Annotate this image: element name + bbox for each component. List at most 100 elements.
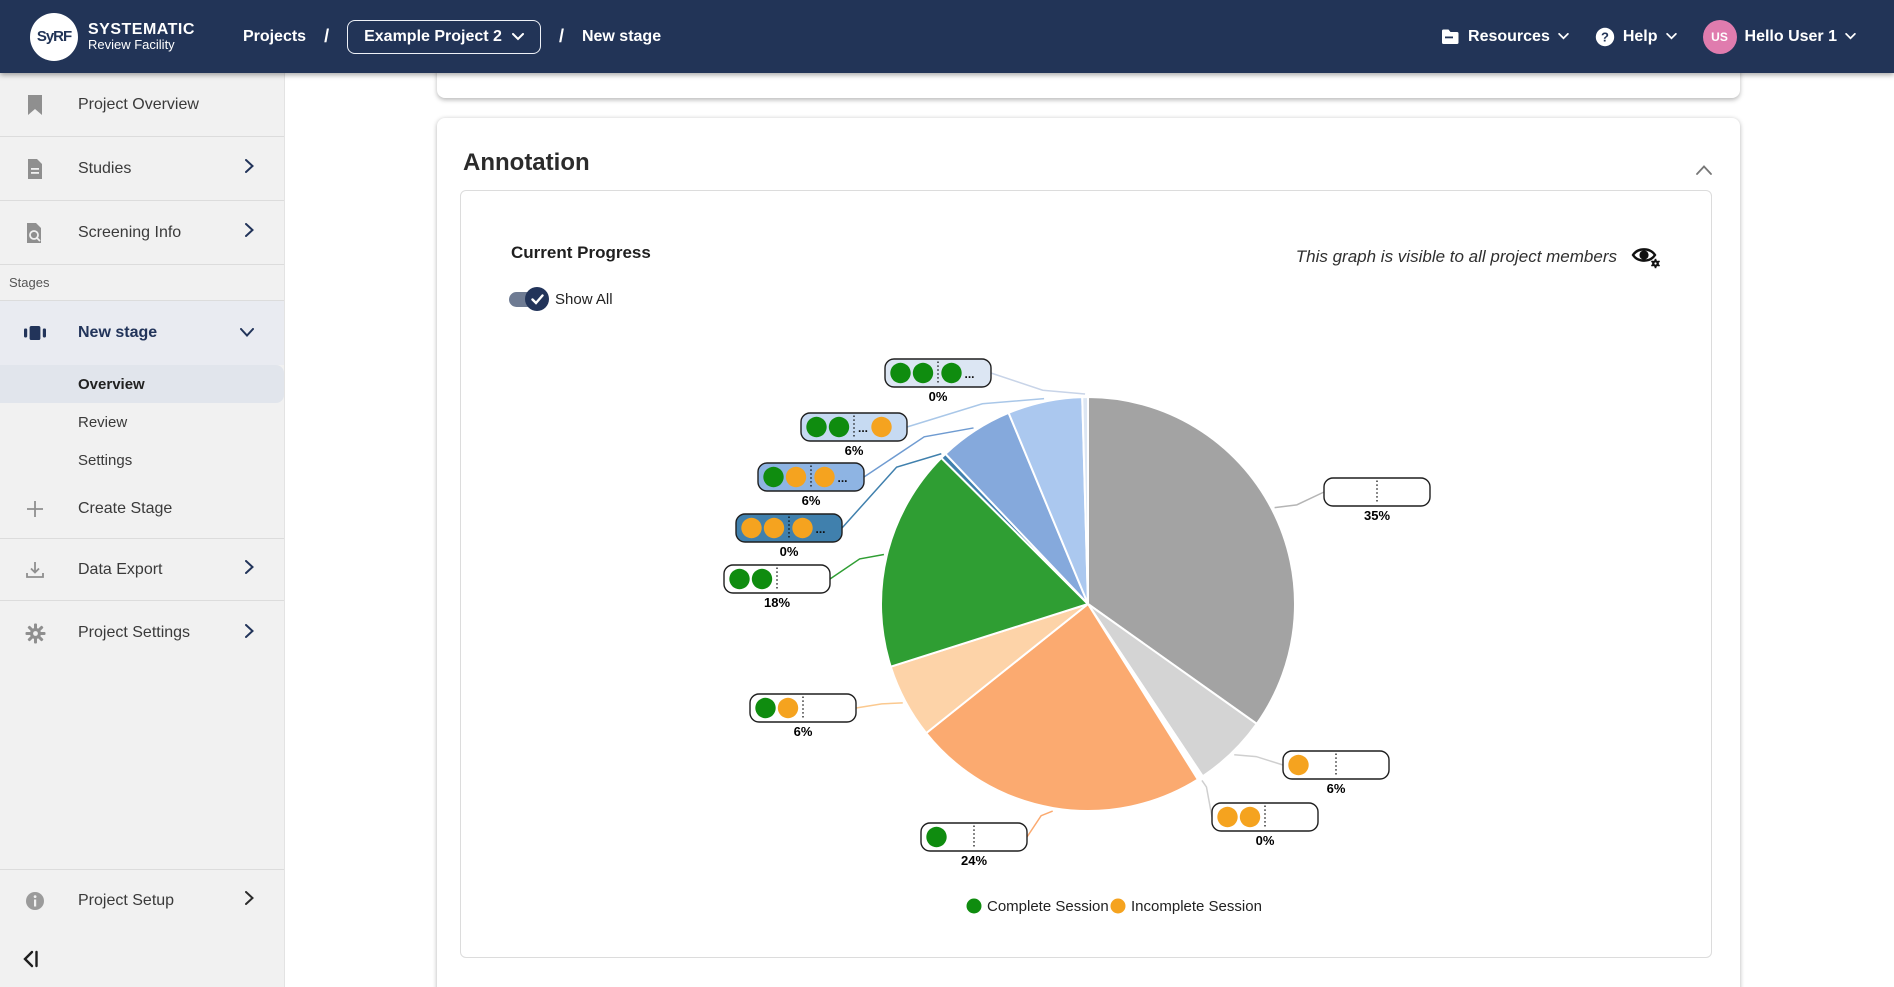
chart-title: Current Progress [511,243,651,263]
sidebar-item-project-setup[interactable]: Project Setup [0,869,284,931]
slice-percent-label: 6% [794,724,813,739]
complete-session-dot [763,467,783,487]
breadcrumb-projects[interactable]: Projects [243,28,306,46]
collapse-section-button[interactable] [1696,162,1712,180]
chevron-right-icon [245,223,254,242]
plus-icon [22,499,48,519]
incomplete-session-dot [741,518,761,538]
collapse-sidebar-icon [22,950,40,968]
incomplete-session-dot [1288,755,1308,775]
complete-session-dot [752,569,772,589]
sidebar-item-label: Project Overview [78,96,199,114]
complete-session-dot [941,363,961,383]
ellipsis-label: ... [965,367,975,381]
eye-settings-icon[interactable] [1631,244,1661,270]
user-greeting: Hello User 1 [1745,28,1837,46]
current-progress-card: 35%6%0%24%6%18%...0%...6%...6%...0%Compl… [460,190,1712,958]
small-gear-icon [1651,259,1660,268]
help-icon: ? [1595,27,1615,47]
breadcrumb: Projects / Example Project 2 / New stage [243,20,661,54]
help-label: Help [1623,28,1658,46]
sidebar-item-label: Studies [78,160,131,178]
legend-label: Incomplete Session [1131,898,1262,915]
callout-leader-line [991,373,1085,394]
complete-session-dot [890,363,910,383]
previous-card-bottom [437,73,1740,98]
slice-percent-label: 6% [1327,781,1346,796]
sidebar-collapse-button[interactable] [0,931,284,987]
sidebar-item-label: Screening Info [78,224,181,242]
breadcrumb-stage: New stage [582,28,661,46]
sidebar-item-studies[interactable]: Studies [0,137,284,201]
session-callout-box [1324,478,1430,506]
sidebar: Project Overview Studies Screening Info … [0,73,285,987]
sidebar-item-project-settings[interactable]: Project Settings [0,601,284,665]
slice-percent-label: 0% [929,389,948,404]
project-selector-label: Example Project 2 [364,28,502,46]
sidebar-item-label: Project Setup [78,892,174,910]
visibility-note: This graph is visible to all project mem… [1296,244,1661,270]
annotation-card: Annotation 35%6%0%24%6%18%...0%...6%...6… [437,118,1740,987]
ellipsis-label: ... [858,421,868,435]
folder-icon [1441,29,1460,45]
sidebar-item-label: New stage [78,324,157,342]
sidebar-item-screening-info[interactable]: Screening Info [0,201,284,265]
user-menu[interactable]: US Hello User 1 [1703,20,1856,54]
callout-leader-line [1275,492,1324,508]
brand-line1: SYSTEMATIC [88,21,195,39]
top-navbar: SyRF SYSTEMATIC Review Facility Projects… [0,0,1894,73]
slice-percent-label: 0% [780,544,799,559]
sidebar-item-new-stage[interactable]: New stage [0,301,284,365]
chevron-right-icon [245,159,254,178]
incomplete-session-dot [871,417,891,437]
complete-session-dot [755,698,775,718]
legend-dot [1111,899,1126,914]
ellipsis-label: ... [816,522,826,536]
complete-session-dot [806,417,826,437]
sidebar-item-create-stage[interactable]: Create Stage [0,479,284,539]
complete-session-dot [913,363,933,383]
chevron-right-icon [245,624,254,643]
chevron-right-icon [245,891,254,910]
bookmark-icon [22,94,48,116]
slice-percent-label: 6% [802,493,821,508]
app-logo[interactable]: SyRF SYSTEMATIC Review Facility [30,13,195,61]
incomplete-session-dot [1217,807,1237,827]
show-all-toggle[interactable] [509,291,549,308]
sidebar-item-project-overview[interactable]: Project Overview [0,73,284,137]
breadcrumb-separator: / [559,26,564,47]
svg-text:?: ? [1601,29,1609,44]
show-all-label: Show All [555,291,613,308]
chevron-right-icon [245,560,254,579]
sidebar-subitem-settings[interactable]: Settings [0,441,284,479]
download-icon [22,560,48,580]
chevron-down-icon [1845,33,1856,40]
show-all-toggle-row: Show All [509,291,613,308]
user-avatar: US [1703,20,1737,54]
sidebar-subitem-overview[interactable]: Overview [0,365,284,403]
brand-line2: Review Facility [88,38,195,52]
annotation-title: Annotation [463,149,590,177]
chevron-down-icon [1666,33,1677,40]
complete-session-dot [829,417,849,437]
gear-icon [22,623,48,644]
info-icon [22,891,48,911]
callout-leader-line [1202,780,1212,817]
sidebar-subitem-review[interactable]: Review [0,403,284,441]
complete-session-dot [926,827,946,847]
brand-text: SYSTEMATIC Review Facility [88,21,195,53]
incomplete-session-dot [764,518,784,538]
chevron-down-icon [240,324,254,342]
incomplete-session-dot [814,467,834,487]
slice-percent-label: 6% [845,443,864,458]
project-selector-button[interactable]: Example Project 2 [347,20,541,54]
incomplete-session-dot [1240,807,1260,827]
stage-icon [22,325,48,341]
resources-label: Resources [1468,28,1550,46]
sidebar-item-label: Create Stage [78,500,172,518]
incomplete-session-dot [786,467,806,487]
help-menu[interactable]: ? Help [1595,27,1677,47]
incomplete-session-dot [792,518,812,538]
sidebar-item-data-export[interactable]: Data Export [0,539,284,601]
resources-menu[interactable]: Resources [1441,28,1569,46]
